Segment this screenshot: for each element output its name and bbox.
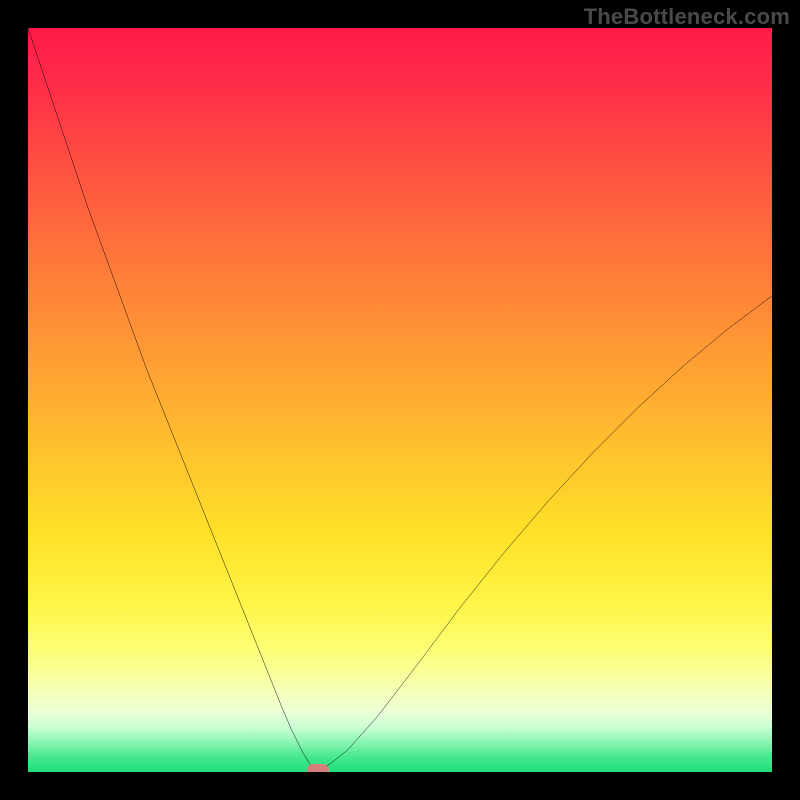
- chart-frame: TheBottleneck.com: [0, 0, 800, 800]
- watermark-text: TheBottleneck.com: [584, 4, 790, 30]
- bottleneck-curve: [28, 28, 772, 772]
- plot-area: [28, 28, 772, 772]
- optimal-marker: [307, 764, 329, 772]
